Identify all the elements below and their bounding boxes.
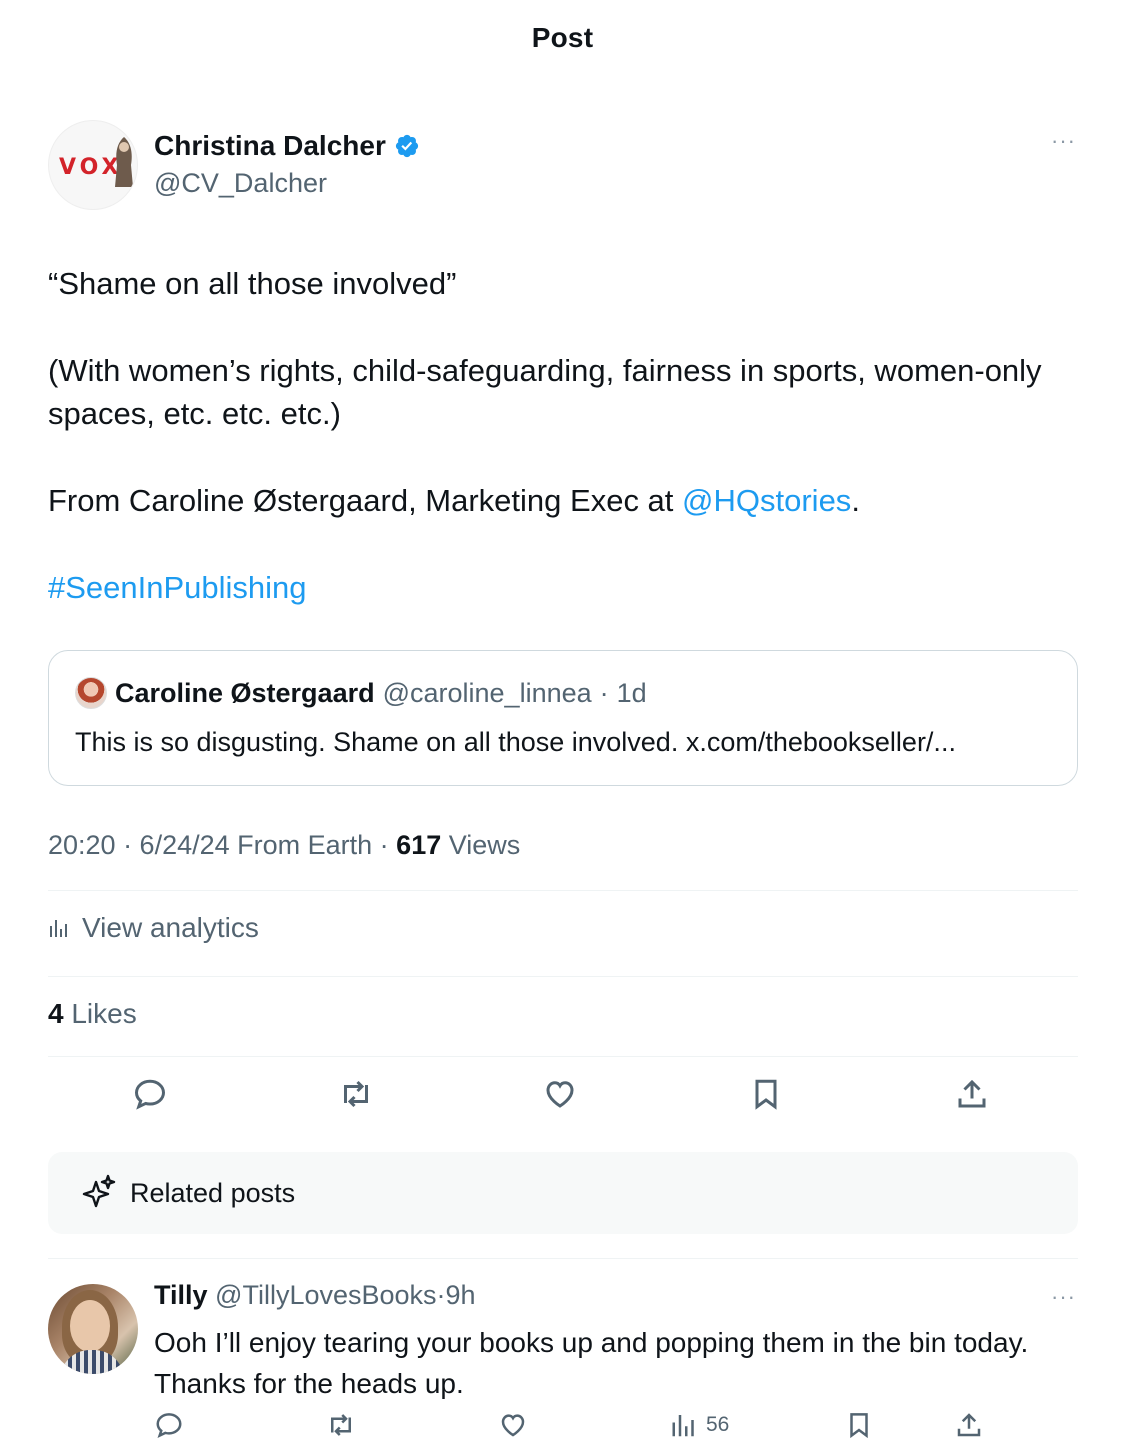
post-metadata: 20:20 · 6/24/24 From Earth · 617 Views: [48, 830, 520, 861]
avatar[interactable]: VOX: [48, 120, 138, 210]
hashtag-link[interactable]: #SeenInPublishing: [48, 566, 1078, 609]
reply-button[interactable]: [154, 1410, 184, 1440]
likes-summary[interactable]: 4 Likes: [48, 998, 137, 1030]
quoted-author-handle: @caroline_linnea: [382, 677, 592, 708]
quoted-post-text: This is so disgusting. Shame on all thos…: [75, 727, 956, 757]
reply-icon: [156, 1413, 182, 1439]
quoted-post-header: Caroline Østergaard @caroline_linnea · 1…: [75, 677, 647, 709]
divider: [48, 976, 1078, 977]
reply-header: Tilly @TillyLovesBooks·9h: [154, 1280, 476, 1311]
likes-count: 4: [48, 998, 64, 1029]
post-text-segment: From Caroline Østergaard, Marketing Exec…: [48, 483, 683, 518]
post-text-segment: .: [851, 483, 860, 518]
bookmark-icon: [850, 1413, 868, 1439]
bookmark-button[interactable]: [844, 1410, 874, 1440]
analytics-icon: [50, 920, 67, 937]
views-count: 617: [396, 830, 442, 860]
share-icon: [957, 1413, 981, 1437]
share-icon: [958, 1079, 986, 1108]
author-handle[interactable]: @CV_Dalcher: [154, 168, 327, 199]
post-action-bar: [48, 1076, 1078, 1120]
reply-text: Ooh I’ll enjoy tearing your books up and…: [154, 1327, 1029, 1399]
avatar: [75, 677, 107, 709]
sparkle-icon: [82, 1174, 116, 1208]
reply-icon: [134, 1079, 166, 1110]
related-posts-button[interactable]: Related posts: [48, 1152, 1078, 1234]
post-paragraph: “Shame on all those involved”: [48, 266, 457, 301]
top-bar: Post: [0, 22, 1125, 54]
view-analytics-button[interactable]: View analytics: [48, 912, 259, 944]
view-analytics-label: View analytics: [82, 912, 259, 943]
avatar[interactable]: [48, 1284, 138, 1374]
repost-button[interactable]: [326, 1410, 356, 1440]
mention-link[interactable]: @HQstories: [682, 483, 851, 518]
like-button[interactable]: [498, 1410, 528, 1440]
reply-views-count: 56: [706, 1413, 730, 1436]
author-name-row: Christina Dalcher: [154, 130, 420, 162]
author-name[interactable]: Christina Dalcher: [154, 130, 386, 162]
repost-button[interactable]: [338, 1076, 378, 1116]
reply-post[interactable]: Tilly @TillyLovesBooks·9h ··· Ooh I’ll e…: [48, 1280, 1078, 1456]
page-title: Post: [531, 22, 594, 53]
separator-dot: ·: [436, 1280, 446, 1310]
like-button[interactable]: [542, 1076, 582, 1116]
divider: [48, 1056, 1078, 1057]
verified-badge-icon: [395, 134, 418, 158]
likes-label: Likes: [63, 998, 137, 1029]
bookmark-button[interactable]: [748, 1076, 788, 1116]
reply-author-name[interactable]: Tilly: [154, 1280, 208, 1310]
divider: [48, 890, 1078, 891]
post-paragraph: From Caroline Østergaard, Marketing Exec…: [48, 479, 1078, 522]
heart-icon: [546, 1081, 574, 1108]
share-button[interactable]: [954, 1410, 984, 1440]
views-label: Views: [441, 830, 521, 860]
analytics-icon: [672, 1415, 694, 1437]
heart-icon: [501, 1414, 525, 1437]
quoted-post-time: 1d: [616, 677, 647, 708]
separator-dot: ·: [599, 677, 609, 708]
share-button[interactable]: [954, 1076, 994, 1116]
post-author: VOX Christina Dalcher @CV_Dalcher ···: [48, 120, 1078, 212]
avatar-figure-icon: [115, 137, 133, 187]
post-paragraph: (With women’s rights, child-safeguarding…: [48, 353, 1042, 431]
reply-author-handle[interactable]: @TillyLovesBooks: [215, 1280, 436, 1310]
related-posts-label: Related posts: [130, 1178, 296, 1208]
divider: [48, 1258, 1078, 1259]
post-body: “Shame on all those involved” (With wome…: [48, 262, 1078, 653]
reply-action-bar: 56: [154, 1410, 1074, 1450]
bookmark-icon: [755, 1079, 777, 1110]
quoted-post[interactable]: Caroline Østergaard @caroline_linnea · 1…: [48, 650, 1078, 786]
more-options-icon[interactable]: ···: [1051, 128, 1076, 154]
reply-button[interactable]: [132, 1076, 172, 1116]
views-button[interactable]: 56: [670, 1410, 729, 1440]
post-timestamp: 20:20 · 6/24/24 From Earth ·: [48, 830, 397, 860]
quoted-author-name: Caroline Østergaard: [115, 677, 375, 708]
reply-time: 9h: [445, 1280, 476, 1310]
repost-icon: [331, 1414, 351, 1436]
more-options-icon[interactable]: ···: [1051, 1284, 1076, 1310]
repost-icon: [344, 1080, 368, 1108]
